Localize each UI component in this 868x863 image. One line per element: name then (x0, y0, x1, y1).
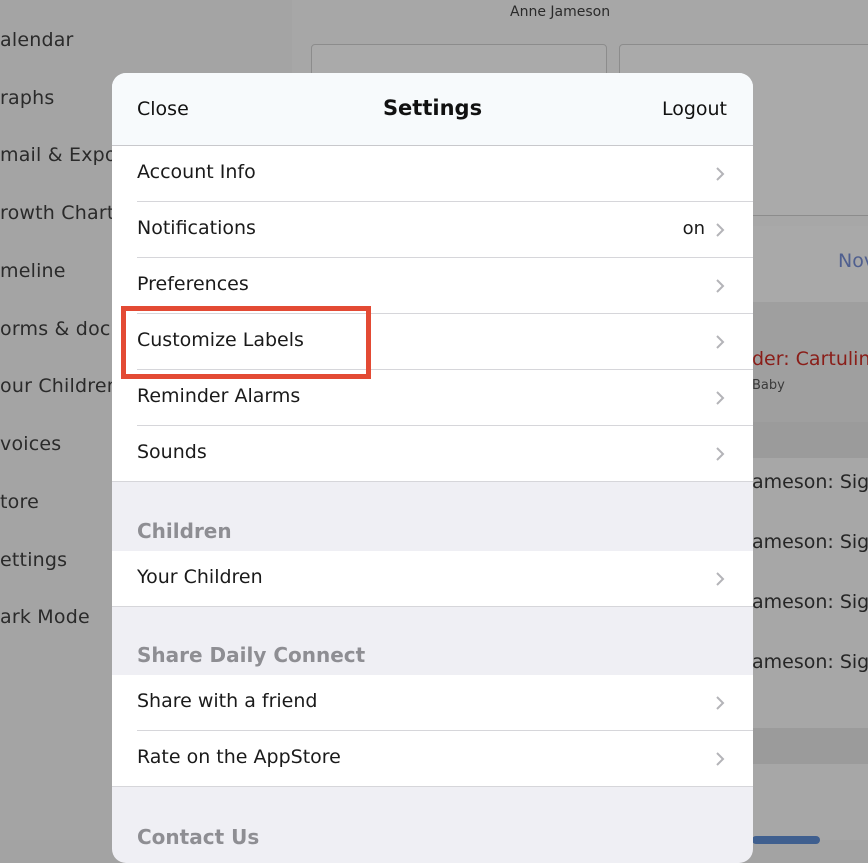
modal-title: Settings (382, 96, 483, 120)
section-label: Share Daily Connect (137, 643, 366, 667)
settings-row-account-info[interactable]: Account Info (112, 146, 753, 202)
background-reminder-entry: der: Cartulina (752, 348, 868, 370)
settings-row-rate-appstore[interactable]: Rate on the AppStore (112, 731, 753, 787)
sidebar-item-timeline[interactable]: meline (0, 260, 66, 282)
chevron-right-icon (716, 572, 725, 586)
sidebar-item-invoices[interactable]: voices (0, 433, 61, 455)
sidebar-item-your-children[interactable]: our Children (0, 375, 119, 397)
settings-row-share-with-friend[interactable]: Share with a friend (112, 675, 753, 731)
settings-row-reminder-alarms[interactable]: Reminder Alarms (112, 370, 753, 426)
background-tab-nov[interactable]: Nov (838, 250, 868, 272)
sidebar-item-store[interactable]: tore (0, 491, 39, 513)
user-name: Anne Jameson (510, 4, 611, 20)
section-header-children: Children (112, 483, 753, 551)
settings-row-your-children[interactable]: Your Children (112, 551, 753, 607)
row-label: Account Info (137, 161, 256, 183)
background-signature-entry: ameson: Sign (752, 651, 868, 673)
background-signature-entry: ameson: Sign (752, 471, 868, 493)
row-label: Your Children (137, 566, 263, 588)
row-label: Preferences (137, 273, 249, 295)
sidebar-item-settings[interactable]: ettings (0, 549, 67, 571)
chevron-right-icon (716, 279, 725, 293)
sidebar-item-growth-chart[interactable]: rowth Chart (0, 202, 115, 224)
settings-modal: Close Settings Logout Account Info Notif… (112, 73, 753, 863)
row-label: Share with a friend (137, 690, 318, 712)
sidebar-item-dark-mode[interactable]: ark Mode (0, 606, 90, 628)
settings-row-notifications[interactable]: Notifications on (112, 202, 753, 258)
row-label: Reminder Alarms (137, 385, 301, 407)
sidebar-item-email-export[interactable]: mail & Expor (0, 144, 125, 166)
sidebar-item-graphs[interactable]: raphs (0, 87, 54, 109)
settings-row-customize-labels[interactable]: Customize Labels (112, 314, 753, 370)
sidebar-item-forms-documents[interactable]: orms & docu (0, 318, 123, 340)
section-header-contact: Contact Us (112, 787, 753, 849)
row-label: Customize Labels (137, 329, 304, 351)
row-label: Rate on the AppStore (137, 746, 341, 768)
background-signature-entry: ameson: Sign (752, 591, 868, 613)
settings-row-preferences[interactable]: Preferences (112, 258, 753, 314)
chevron-right-icon (716, 447, 725, 461)
logout-button[interactable]: Logout (662, 98, 727, 120)
chevron-right-icon (716, 167, 725, 181)
section-label: Children (137, 519, 232, 543)
background-baby-label: Baby (752, 378, 785, 393)
settings-row-sounds[interactable]: Sounds (112, 426, 753, 482)
row-label: Notifications (137, 217, 256, 239)
modal-header: Close Settings Logout (112, 73, 753, 146)
chevron-right-icon (716, 223, 725, 237)
chevron-right-icon (716, 335, 725, 349)
chevron-right-icon (716, 696, 725, 710)
background-button (752, 836, 820, 844)
section-header-share: Share Daily Connect (112, 607, 753, 675)
chevron-right-icon (716, 752, 725, 766)
notifications-status: on (682, 218, 705, 239)
sidebar-item-calendar[interactable]: alendar (0, 29, 74, 51)
row-label: Sounds (137, 441, 207, 463)
chevron-right-icon (716, 391, 725, 405)
section-label: Contact Us (137, 825, 260, 849)
background-signature-entry: ameson: Sign (752, 531, 868, 553)
